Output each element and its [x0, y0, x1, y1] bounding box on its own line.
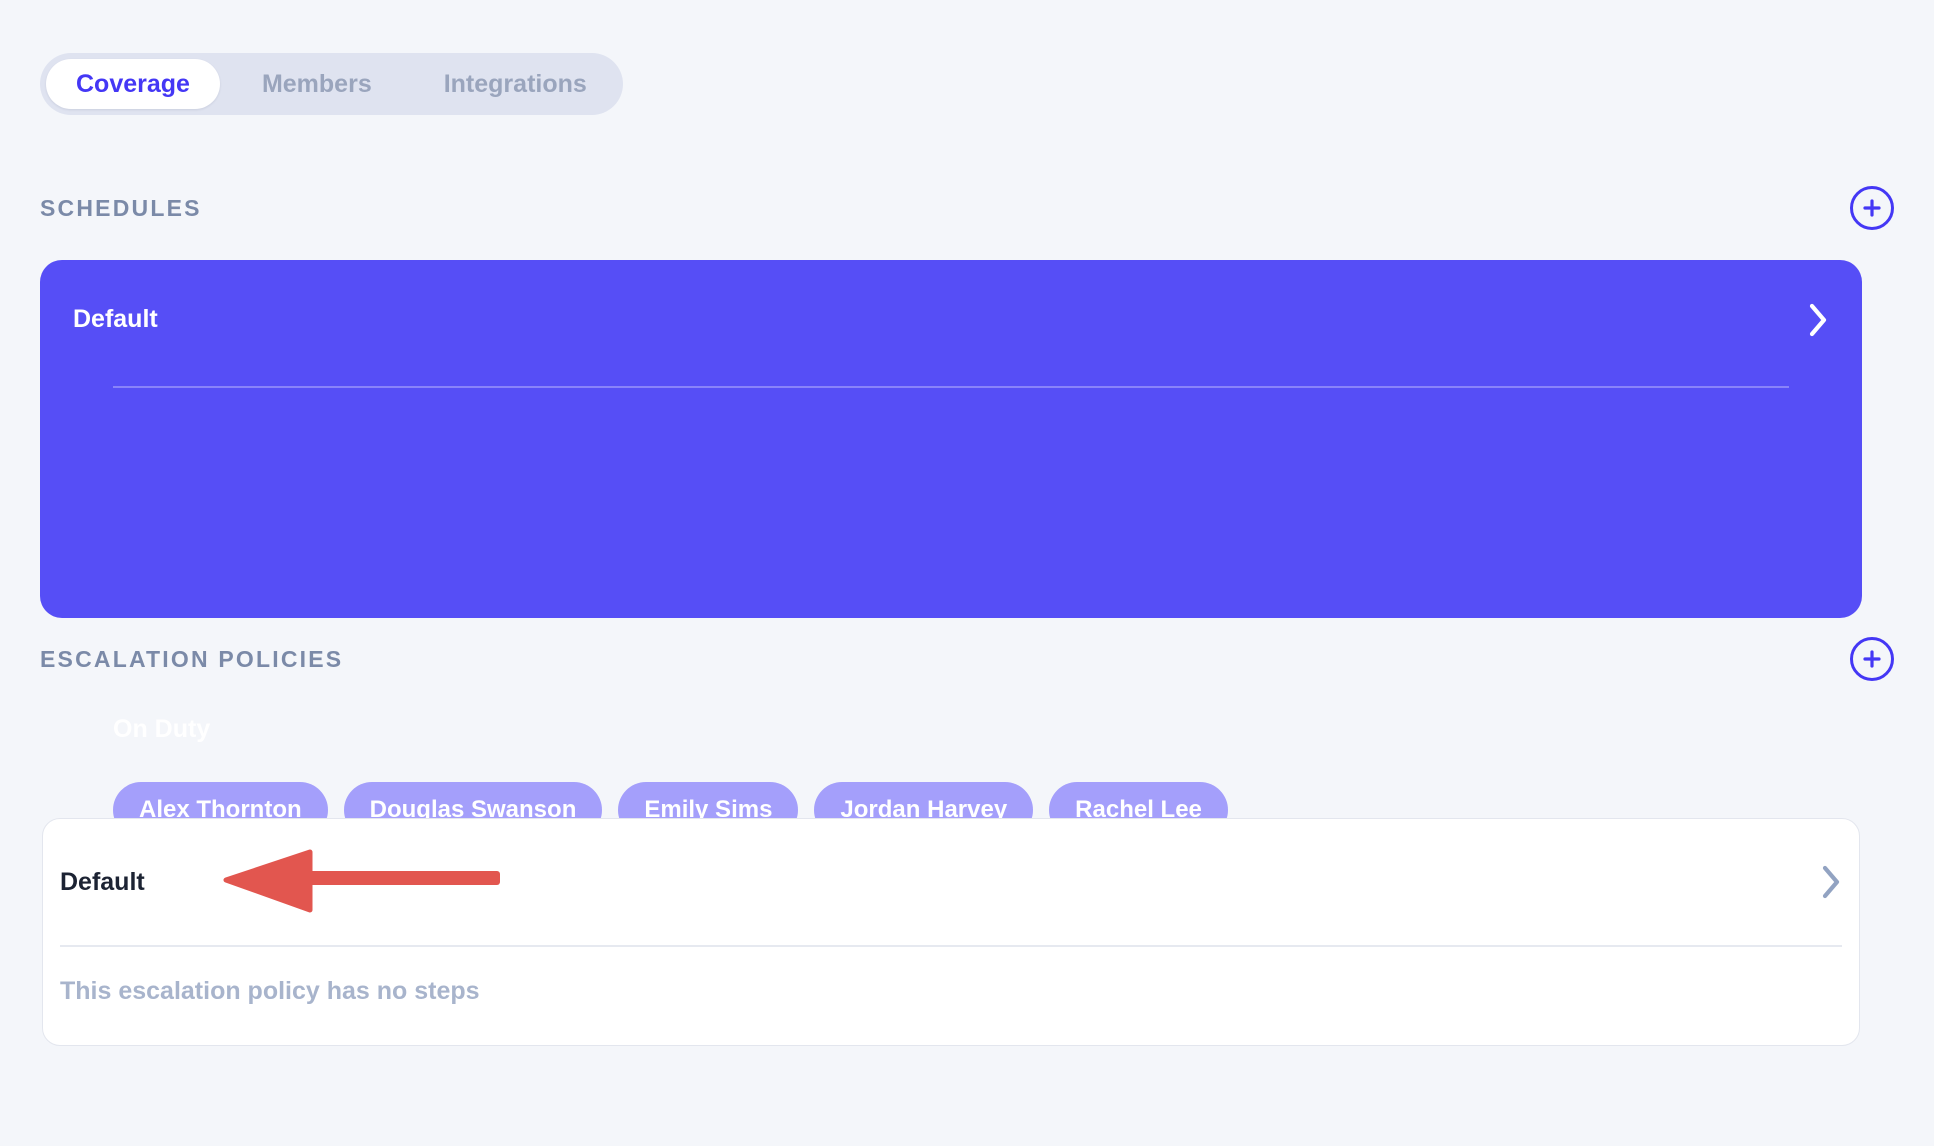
add-escalation-policy-button[interactable] — [1850, 637, 1894, 681]
add-schedule-button[interactable] — [1850, 186, 1894, 230]
escalation-section-header: ESCALATION POLICIES — [40, 637, 1894, 681]
tab-members-label: Members — [261, 69, 372, 98]
on-duty-label: On Duty — [113, 715, 211, 743]
tab-integrations[interactable]: Integrations — [414, 59, 617, 109]
chevron-right-icon[interactable] — [1820, 864, 1842, 900]
coverage-page: Coverage Members Integrations SCHEDULES … — [0, 0, 1934, 1146]
schedule-row-default[interactable]: Default — [73, 260, 1829, 379]
tab-integrations-label: Integrations — [443, 69, 587, 98]
tab-coverage[interactable]: Coverage — [46, 59, 220, 109]
escalation-policy-name: Default — [60, 867, 145, 896]
schedules-title: SCHEDULES — [40, 194, 202, 221]
tab-coverage-label: Coverage — [76, 69, 190, 98]
schedule-card-default: Default On Duty Alex Thornton Douglas Sw… — [40, 260, 1862, 838]
escalation-policy-divider — [60, 945, 1842, 947]
tab-bar: Coverage Members Integrations — [40, 53, 623, 115]
chevron-right-icon[interactable] — [1807, 302, 1829, 338]
plus-circle-icon — [1861, 648, 1883, 670]
plus-circle-icon — [1861, 197, 1883, 219]
escalation-policy-card-default: Default This escalation policy has no st… — [42, 818, 1860, 1046]
escalation-policy-empty-message: This escalation policy has no steps — [60, 977, 480, 1005]
escalation-policies-title: ESCALATION POLICIES — [40, 645, 344, 672]
tab-members[interactable]: Members — [232, 59, 402, 109]
schedule-card-divider — [113, 386, 1789, 388]
escalation-policy-row-default[interactable]: Default — [60, 819, 1842, 945]
schedules-section-header: SCHEDULES — [40, 186, 1894, 230]
schedule-name: Default — [73, 305, 158, 333]
